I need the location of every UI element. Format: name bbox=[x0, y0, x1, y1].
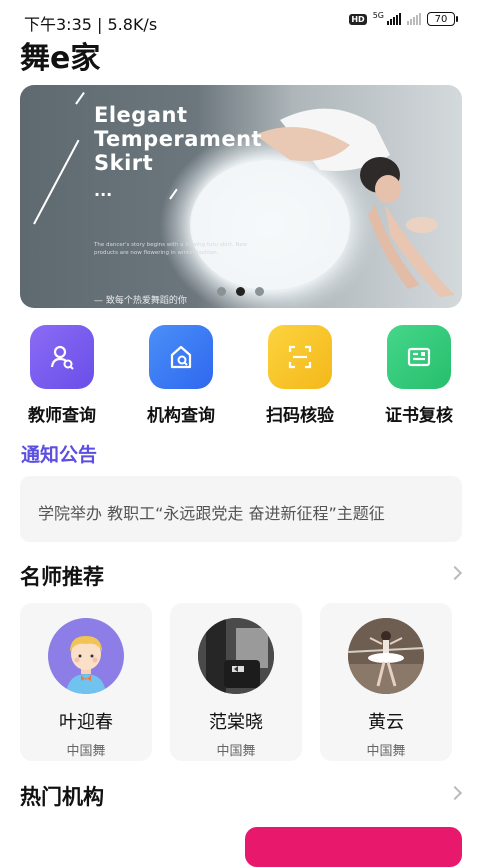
quick-actions: 教师查询 机构查询 扫码核验 证书复核 bbox=[0, 325, 480, 426]
teacher-category: 中国舞 bbox=[216, 744, 256, 759]
scan-code-button[interactable]: 扫码核验 bbox=[245, 325, 355, 426]
banner-headline: Elegant Temperament Skirt bbox=[94, 103, 262, 175]
pager-dot[interactable] bbox=[217, 287, 226, 296]
signal-icon bbox=[387, 13, 401, 25]
banner-headline-line: Temperament bbox=[94, 127, 263, 151]
teacher-category: 中国舞 bbox=[66, 744, 106, 759]
app-title: 舞e家 bbox=[20, 41, 101, 76]
certificate-icon bbox=[387, 325, 451, 389]
status-time: 下午3:35 | 5.8K/s bbox=[24, 15, 158, 34]
teacher-name: 黄云 bbox=[368, 712, 404, 733]
battery-level: 70 bbox=[427, 12, 455, 26]
teacher-name: 叶迎春 bbox=[59, 712, 113, 733]
teacher-search-icon bbox=[30, 325, 94, 389]
institution-card[interactable] bbox=[245, 827, 462, 867]
institutions-section-title: 热门机构 bbox=[20, 785, 104, 809]
decorative-line bbox=[75, 91, 85, 105]
decorative-line bbox=[33, 139, 80, 225]
pager-dot-active[interactable] bbox=[236, 287, 245, 296]
quick-action-label: 教师查询 bbox=[28, 406, 96, 426]
teachers-section-title: 名师推荐 bbox=[20, 565, 104, 589]
banner-headline-line: Skirt bbox=[94, 151, 154, 175]
institution-search-icon bbox=[149, 325, 213, 389]
chevron-right-icon[interactable] bbox=[447, 565, 463, 581]
status-bar: 下午3:35 | 5.8K/s HD 5G 70 bbox=[0, 0, 480, 36]
institution-search-button[interactable]: 机构查询 bbox=[126, 325, 236, 426]
chevron-right-icon[interactable] bbox=[447, 785, 463, 801]
carousel-pager[interactable] bbox=[217, 287, 264, 296]
notice-text[interactable]: 学院举办 教职工“永远跟党走 奋进新征程”主题征 bbox=[38, 500, 385, 524]
quick-action-label: 机构查询 bbox=[147, 406, 215, 426]
teacher-search-button[interactable]: 教师查询 bbox=[7, 325, 117, 426]
teacher-card[interactable]: 叶迎春 中国舞 bbox=[20, 603, 152, 761]
notice-marquee[interactable]: 学院举办 教职工“永远跟党走 奋进新征程”主题征 bbox=[20, 476, 462, 542]
hd-badge: HD bbox=[349, 13, 367, 25]
banner-tagline: — 致每个热爱舞蹈的你 bbox=[94, 296, 187, 306]
battery-icon: 70 bbox=[427, 12, 458, 26]
signal-secondary-icon bbox=[407, 13, 421, 25]
teacher-card[interactable]: 范棠晓 中国舞 bbox=[170, 603, 302, 761]
notice-title: 通知公告 bbox=[21, 444, 98, 466]
banner-headline-line: Elegant bbox=[94, 103, 188, 127]
certificate-review-button[interactable]: 证书复核 bbox=[364, 325, 474, 426]
avatar bbox=[48, 618, 124, 694]
quick-action-label: 扫码核验 bbox=[266, 406, 334, 426]
network-type: 5G bbox=[372, 10, 384, 20]
banner-ellipsis: ... bbox=[94, 181, 113, 200]
pager-dot[interactable] bbox=[255, 287, 264, 296]
teacher-category: 中国舞 bbox=[366, 744, 406, 759]
banner-carousel[interactable]: Elegant Temperament Skirt ... The dancer… bbox=[20, 85, 462, 308]
quick-action-label: 证书复核 bbox=[385, 406, 453, 426]
teacher-name: 范棠晓 bbox=[209, 712, 263, 733]
teacher-card[interactable]: 黄云 中国舞 bbox=[320, 603, 452, 761]
banner-small-text: The dancer's story begins with a flowing… bbox=[94, 242, 248, 256]
avatar bbox=[348, 618, 424, 694]
scan-code-icon bbox=[268, 325, 332, 389]
avatar bbox=[198, 618, 274, 694]
